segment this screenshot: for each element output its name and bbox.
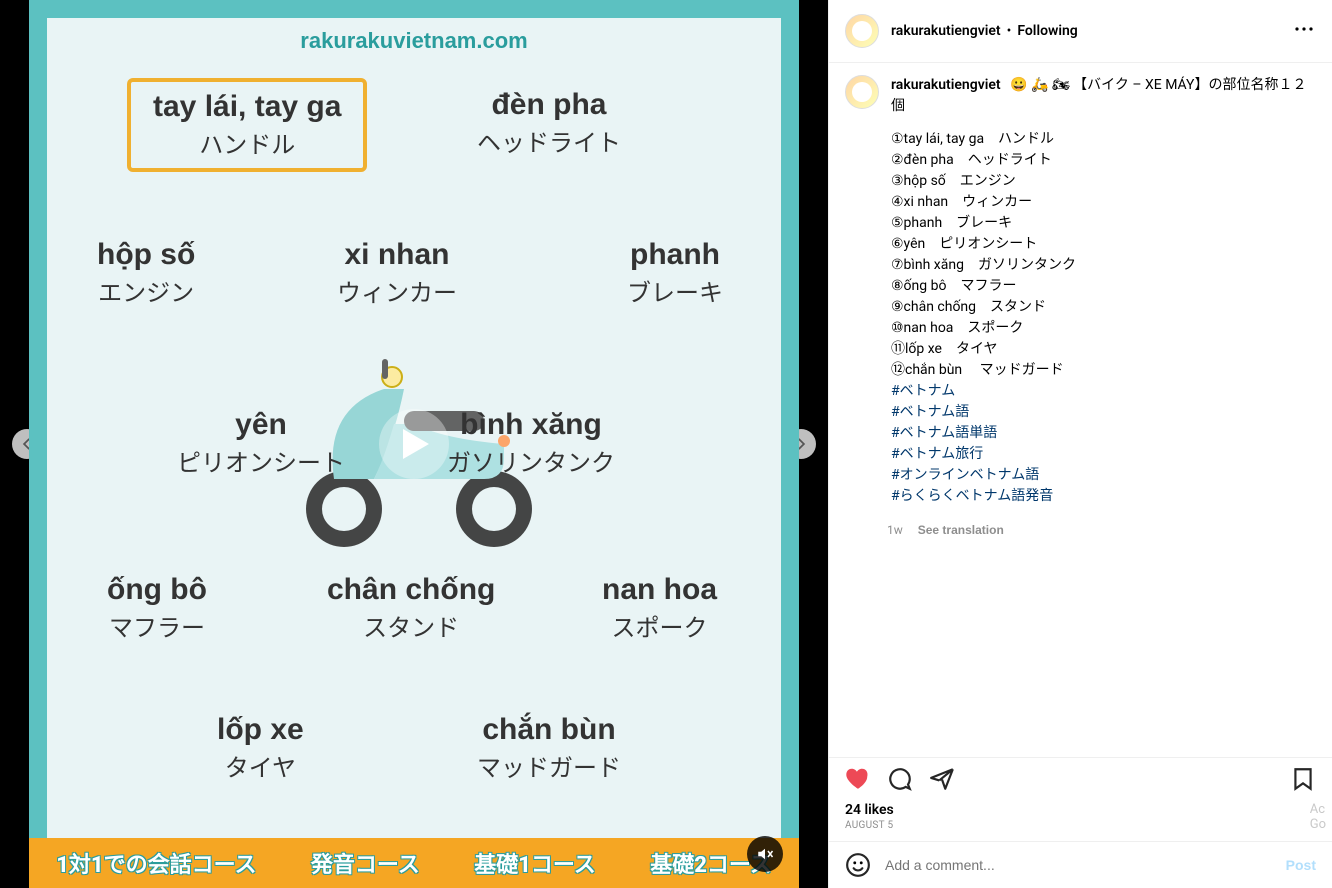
- vocab-vietnamese: tay lái, tay ga: [153, 90, 341, 123]
- vocab-japanese: ガソリンタンク: [447, 443, 615, 478]
- caption-emoji: 😀 🛵 🏍: [1010, 77, 1070, 93]
- hashtag-link[interactable]: #ベトナム旅行: [891, 444, 1316, 465]
- caption-line: ③hộp số エンジン: [891, 171, 1316, 192]
- vocab-vietnamese: lốp xe: [217, 713, 304, 746]
- vocab-item: yênピリオンシート: [177, 408, 345, 478]
- caption-line: ⑫chắn bùn マッドガード: [891, 360, 1316, 381]
- caption-line: ⑨chân chống スタンド: [891, 297, 1316, 318]
- hashtag-link[interactable]: #オンラインベトナム語: [891, 465, 1316, 486]
- caption-line: ⑥yên ピリオンシート: [891, 234, 1316, 255]
- share-icon: [929, 766, 955, 792]
- likes-count[interactable]: 24 likes: [829, 802, 1332, 818]
- vocab-japanese: ハンドル: [153, 125, 341, 160]
- vocab-item: tay lái, tay gaハンドル: [127, 78, 367, 172]
- vocab-item: phanhブレーキ: [627, 238, 723, 308]
- author-username[interactable]: rakurakutiengviet: [891, 23, 1001, 39]
- vocab-japanese: ヘッドライト: [477, 123, 621, 158]
- speaker-muted-icon: [756, 845, 774, 863]
- emoji-icon[interactable]: [845, 852, 871, 878]
- heart-filled-icon: [845, 766, 871, 792]
- hashtag-link[interactable]: #らくらくベトナム語発音: [891, 486, 1316, 507]
- comment-icon: [887, 766, 913, 792]
- post-date: AUGUST 5: [829, 818, 1332, 841]
- vocab-item: hộp sốエンジン: [97, 238, 195, 308]
- vocab-japanese: スポーク: [602, 608, 717, 643]
- vocab-vietnamese: hộp số: [97, 238, 195, 271]
- see-translation-button[interactable]: See translation: [918, 523, 1004, 537]
- author-avatar[interactable]: [845, 14, 879, 48]
- hashtag-link[interactable]: #ベトナム語: [891, 402, 1316, 423]
- vocab-japanese: ウィンカー: [337, 273, 457, 308]
- vocab-vietnamese: chân chống: [327, 573, 495, 606]
- caption-line: ②đèn pha ヘッドライト: [891, 150, 1316, 171]
- course-label: 基礎1コース: [474, 847, 596, 879]
- vocab-vietnamese: phanh: [627, 238, 723, 271]
- vocab-item: đèn phaヘッドライト: [477, 88, 621, 158]
- share-button[interactable]: [929, 766, 955, 796]
- vocab-item: bình xăngガソリンタンク: [447, 408, 615, 478]
- course-label: 1対1での会話コース: [56, 847, 256, 879]
- video-poster[interactable]: rakurakuvietnam.com tay lái, tay gaハンドル đ…: [29, 0, 799, 888]
- vocab-japanese: タイヤ: [217, 748, 304, 783]
- caption-line: ④xi nhan ウィンカー: [891, 192, 1316, 213]
- vocab-item: chắn bùnマッドガード: [477, 713, 621, 783]
- caption-line: ⑩nan hoa スポーク: [891, 318, 1316, 339]
- vocab-vietnamese: yên: [177, 408, 345, 441]
- save-button[interactable]: [1290, 766, 1316, 796]
- media-stage: rakurakuvietnam.com tay lái, tay gaハンドル đ…: [0, 0, 828, 888]
- caption-line: ⑪lốp xe タイヤ: [891, 339, 1316, 360]
- vocab-japanese: マフラー: [107, 608, 207, 643]
- vocab-item: ống bôマフラー: [107, 573, 207, 643]
- more-options-button[interactable]: [1292, 17, 1316, 45]
- action-bar: [829, 757, 1332, 802]
- caption-line: ①tay lái, tay ga ハンドル: [891, 129, 1316, 150]
- hashtag-link[interactable]: #ベトナム: [891, 381, 1316, 402]
- vocab-japanese: マッドガード: [477, 748, 621, 783]
- post-details-panel: rakurakutiengviet • Following rakurakuti…: [828, 0, 1332, 888]
- caption-avatar[interactable]: [845, 75, 879, 109]
- vocab-japanese: ブレーキ: [627, 273, 723, 308]
- separator-dot: •: [1007, 23, 1012, 39]
- caption-line: ⑦bình xăng ガソリンタンク: [891, 255, 1316, 276]
- vocab-item: lốp xeタイヤ: [217, 713, 304, 783]
- comment-input[interactable]: [885, 857, 1286, 873]
- post-age: 1w: [887, 523, 903, 537]
- caption-username[interactable]: rakurakutiengviet: [891, 77, 1001, 93]
- vocab-japanese: ピリオンシート: [177, 443, 345, 478]
- vocab-vietnamese: đèn pha: [477, 88, 621, 121]
- vocab-vietnamese: ống bô: [107, 573, 207, 606]
- watermark: AcGo: [1310, 802, 1326, 832]
- vocab-item: xi nhanウィンカー: [337, 238, 457, 308]
- vocab-vietnamese: nan hoa: [602, 573, 717, 606]
- hashtag-link[interactable]: #ベトナム語単語: [891, 423, 1316, 444]
- follow-state-button[interactable]: Following: [1017, 23, 1077, 39]
- vocab-japanese: スタンド: [327, 608, 495, 643]
- course-strip: 1対1での会話コース発音コース基礎1コース基礎2コース: [29, 838, 799, 888]
- site-url: rakurakuvietnam.com: [47, 18, 781, 54]
- play-button[interactable]: [379, 409, 449, 479]
- post-comment-button[interactable]: Post: [1286, 857, 1316, 873]
- vocab-japanese: エンジン: [97, 273, 195, 308]
- ellipsis-icon: [1292, 17, 1316, 41]
- caption-line: ⑧ống bô マフラー: [891, 276, 1316, 297]
- vocab-item: chân chốngスタンド: [327, 573, 495, 643]
- course-label: 発音コース: [311, 847, 420, 879]
- post-header: rakurakutiengviet • Following: [829, 0, 1332, 63]
- play-icon: [401, 427, 431, 461]
- vocab-item: nan hoaスポーク: [602, 573, 717, 643]
- comment-button[interactable]: [887, 766, 913, 796]
- vocab-vietnamese: chắn bùn: [477, 713, 621, 746]
- mute-button[interactable]: [747, 836, 783, 872]
- bookmark-icon: [1290, 766, 1316, 792]
- caption: rakurakutiengviet 😀 🛵 🏍 【バイク – XE MÁY】の部…: [829, 63, 1332, 511]
- like-button[interactable]: [845, 766, 871, 796]
- comment-composer: Post: [829, 841, 1332, 888]
- caption-line: ⑤phanh ブレーキ: [891, 213, 1316, 234]
- vocab-vietnamese: xi nhan: [337, 238, 457, 271]
- vocab-vietnamese: bình xăng: [447, 408, 615, 441]
